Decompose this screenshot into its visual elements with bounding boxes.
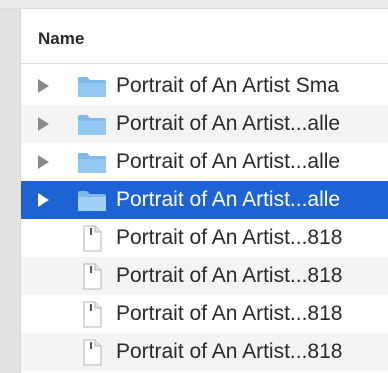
file-row[interactable]: Portrait of An Artist Sma bbox=[21, 67, 388, 105]
folder-icon bbox=[78, 191, 106, 211]
disclosure-triangle-icon[interactable] bbox=[38, 193, 49, 207]
file-name: Portrait of An Artist...alle bbox=[116, 188, 341, 211]
file-name: Portrait of An Artist...818 bbox=[116, 226, 343, 249]
finder-window: Name Portrait of An Artist Sma Portrait … bbox=[0, 0, 388, 373]
disclosure-triangle-icon[interactable] bbox=[38, 155, 49, 169]
file-name: Portrait of An Artist...alle bbox=[116, 112, 341, 135]
file-rows: Portrait of An Artist Sma Portrait of An… bbox=[21, 67, 388, 371]
folder-icon bbox=[78, 153, 106, 173]
file-row[interactable]: Portrait of An Artist...alle bbox=[21, 143, 388, 181]
file-row-selected[interactable]: Portrait of An Artist...alle bbox=[21, 181, 388, 219]
disclosure-triangle-icon[interactable] bbox=[38, 79, 49, 93]
file-name: Portrait of An Artist...818 bbox=[116, 264, 343, 287]
file-name: Portrait of An Artist...818 bbox=[116, 302, 343, 325]
document-icon bbox=[83, 263, 102, 290]
file-name: Portrait of An Artist...818 bbox=[116, 340, 343, 363]
file-row[interactable]: Portrait of An Artist...818 bbox=[21, 295, 388, 333]
column-header[interactable]: Name bbox=[21, 9, 388, 64]
toolbar-edge bbox=[0, 0, 388, 9]
file-row[interactable]: Portrait of An Artist...818 bbox=[21, 257, 388, 295]
folder-icon bbox=[78, 115, 106, 135]
file-name: Portrait of An Artist...alle bbox=[116, 150, 341, 173]
file-name: Portrait of An Artist Sma bbox=[116, 74, 339, 97]
document-icon bbox=[83, 301, 102, 328]
file-row[interactable]: Portrait of An Artist...alle bbox=[21, 105, 388, 143]
document-icon bbox=[83, 339, 102, 366]
file-row[interactable]: Portrait of An Artist...818 bbox=[21, 219, 388, 257]
name-column-header[interactable]: Name bbox=[38, 29, 84, 49]
document-icon bbox=[83, 225, 102, 252]
sidebar-edge bbox=[0, 9, 21, 373]
disclosure-triangle-icon[interactable] bbox=[38, 117, 49, 131]
folder-icon bbox=[78, 77, 106, 97]
file-list: Name Portrait of An Artist Sma Portrait … bbox=[21, 9, 388, 373]
file-row[interactable]: Portrait of An Artist...818 bbox=[21, 333, 388, 371]
